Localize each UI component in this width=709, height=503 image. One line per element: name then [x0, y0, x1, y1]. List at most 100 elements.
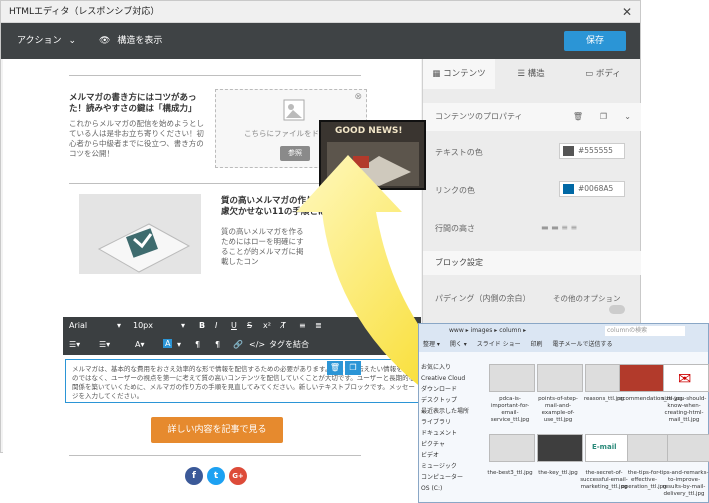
close-icon[interactable]: ⊗: [354, 92, 362, 102]
text-color-icon[interactable]: A▾: [135, 340, 145, 349]
file-name[interactable]: the-key_ttl.jpg: [533, 470, 583, 477]
file-thumbnail[interactable]: E-mail: [585, 434, 631, 462]
laptop-email-image: [79, 194, 201, 274]
twitter-icon[interactable]: t: [207, 467, 225, 485]
article1-title[interactable]: メルマガの書き方にはコツがあった！読みやすさの鍵は「構成力」: [69, 93, 209, 115]
tab-structure[interactable]: ☰ 構造: [495, 59, 567, 89]
menu-organize[interactable]: 整理 ▾: [423, 341, 440, 348]
tab-contents-label: コンテンツ: [443, 69, 486, 79]
folder-tree: お気に入り Creative Cloud ダウンロード デスクトップ 最近表示し…: [421, 362, 483, 502]
dropzone-text: こちらにファイルをド: [244, 129, 319, 138]
action-label: アクション: [17, 36, 62, 46]
link-icon[interactable]: 🔗: [233, 340, 243, 349]
menu-print[interactable]: 印刷: [531, 341, 543, 348]
bold-icon[interactable]: B: [199, 321, 205, 330]
font-select[interactable]: Arial: [69, 321, 87, 330]
good-news-label: GOOD NEWS!: [335, 126, 403, 136]
other-options-label: その他のオプション: [553, 294, 621, 303]
bullet-list-icon[interactable]: ☰▾: [99, 340, 110, 349]
tree-item[interactable]: Creative Cloud: [421, 373, 483, 384]
window-titlebar: HTMLエディタ（レスポンシブ対応） ✕: [1, 1, 640, 23]
main-toolbar: アクション ⌄ 👁 構造を表示 保存: [1, 23, 640, 59]
link-color-picker[interactable]: #0068A5: [559, 181, 625, 197]
clear-format-icon[interactable]: T̸: [281, 321, 286, 330]
file-thumbnail[interactable]: [489, 434, 535, 462]
tree-item[interactable]: 最近表示した場所: [421, 406, 483, 417]
chevron-down-icon: ⌄: [68, 36, 76, 46]
image-icon: [283, 99, 305, 121]
chevron-down-icon[interactable]: ▾: [177, 340, 181, 349]
file-explorer-window: www ▸ images ▸ column ▸ columnの検索 整理 ▾ 開…: [418, 323, 709, 503]
paragraph-format-icon[interactable]: ¶: [215, 340, 220, 349]
font-size-select[interactable]: 10px: [133, 321, 153, 330]
superscript-icon[interactable]: x²: [263, 321, 271, 330]
tab-contents[interactable]: ▦ コンテンツ: [423, 59, 495, 89]
link-color-value: #0068A5: [578, 184, 614, 193]
show-structure-toggle[interactable]: 👁 構造を表示: [99, 23, 162, 59]
tree-item[interactable]: OS (C:): [421, 483, 483, 494]
tree-item[interactable]: デスクトップ: [421, 395, 483, 406]
path-text: www ▸ images ▸ column ▸: [449, 327, 527, 334]
facebook-icon[interactable]: f: [185, 467, 203, 485]
email-thumb-text: E-mail: [592, 443, 617, 451]
article-photo[interactable]: [79, 194, 201, 274]
chevron-down-icon[interactable]: ⌄: [624, 103, 631, 131]
tree-item[interactable]: コンピューター: [421, 472, 483, 483]
cta-button[interactable]: 詳しい内容を記事で見る: [151, 417, 283, 443]
file-name[interactable]: pdca-is-important-for-email-service_ttl.…: [485, 396, 535, 424]
file-name[interactable]: size-you-should-know-when-creating-html-…: [659, 396, 709, 424]
ordered-list-icon[interactable]: ☰▾: [69, 340, 80, 349]
file-thumbnail[interactable]: ✉: [663, 364, 709, 392]
explorer-menu: 整理 ▾ 開く ▾ スライド ショー 印刷 電子メールで送信する: [419, 338, 708, 352]
chevron-down-icon[interactable]: ▾: [181, 321, 185, 330]
file-thumbnail[interactable]: [537, 364, 583, 392]
google-plus-icon[interactable]: G+: [229, 467, 247, 485]
file-thumbnail[interactable]: [537, 434, 583, 462]
trash-icon[interactable]: 🗑: [573, 103, 583, 131]
paragraph-icon[interactable]: ¶: [195, 340, 200, 349]
strikethrough-icon[interactable]: S: [247, 321, 252, 330]
file-name[interactable]: tips-and-remarks-to-improve-results-by-m…: [659, 470, 709, 498]
tree-item[interactable]: ドキュメント: [421, 428, 483, 439]
options-toggle[interactable]: [609, 305, 625, 314]
save-button[interactable]: 保存: [564, 31, 626, 51]
divider: [69, 75, 361, 76]
close-icon[interactable]: ✕: [622, 1, 632, 23]
color-swatch: [563, 146, 574, 156]
tree-item[interactable]: ライブラリ: [421, 417, 483, 428]
file-thumbnail[interactable]: [667, 434, 709, 462]
text-color-value: #555555: [578, 146, 613, 155]
tree-item[interactable]: ダウンロード: [421, 384, 483, 395]
file-thumbnail[interactable]: [619, 364, 665, 392]
eye-icon: 👁: [99, 36, 111, 46]
grid-icon: ▦: [432, 69, 441, 79]
structure-label: 構造を表示: [117, 36, 163, 46]
tree-item[interactable]: ピクチャ: [421, 439, 483, 450]
menu-email[interactable]: 電子メールで送信する: [552, 341, 612, 348]
highlight-color-icon[interactable]: A: [163, 339, 173, 348]
properties-title: コンテンツのプロパティ: [435, 112, 523, 121]
body-icon: ▭: [585, 69, 594, 79]
window-title: HTMLエディタ（レスポンシブ対応）: [9, 7, 160, 17]
tree-item[interactable]: ビデオ: [421, 450, 483, 461]
tab-structure-label: 構造: [527, 69, 545, 79]
article1-body[interactable]: これからメルマガの配信を始めようとしている人は是非お立ち寄りください！初心者から…: [69, 119, 211, 159]
tree-item[interactable]: お気に入り: [421, 362, 483, 373]
action-menu[interactable]: アクション ⌄: [17, 23, 76, 59]
chevron-down-icon[interactable]: ▾: [117, 321, 121, 330]
menu-open[interactable]: 開く ▾: [450, 341, 467, 348]
tree-item[interactable]: ミュージック: [421, 461, 483, 472]
address-bar[interactable]: www ▸ images ▸ column ▸ columnの検索: [419, 324, 708, 338]
file-name[interactable]: points-of-step-mail-and-example-of-use_t…: [533, 396, 583, 424]
search-input[interactable]: columnの検索: [605, 326, 685, 336]
underline-icon[interactable]: U: [231, 321, 237, 330]
tab-body[interactable]: ▭ ボディ: [567, 59, 639, 89]
text-color-picker[interactable]: #555555: [559, 143, 625, 159]
duplicate-icon[interactable]: ❐: [600, 103, 607, 131]
code-icon[interactable]: </>: [249, 340, 265, 349]
file-name[interactable]: the-best3_ttl.jpg: [485, 470, 535, 477]
color-swatch: [563, 184, 574, 194]
italic-icon[interactable]: I: [215, 321, 217, 330]
file-thumbnail[interactable]: [489, 364, 535, 392]
menu-slideshow[interactable]: スライド ショー: [477, 341, 521, 348]
